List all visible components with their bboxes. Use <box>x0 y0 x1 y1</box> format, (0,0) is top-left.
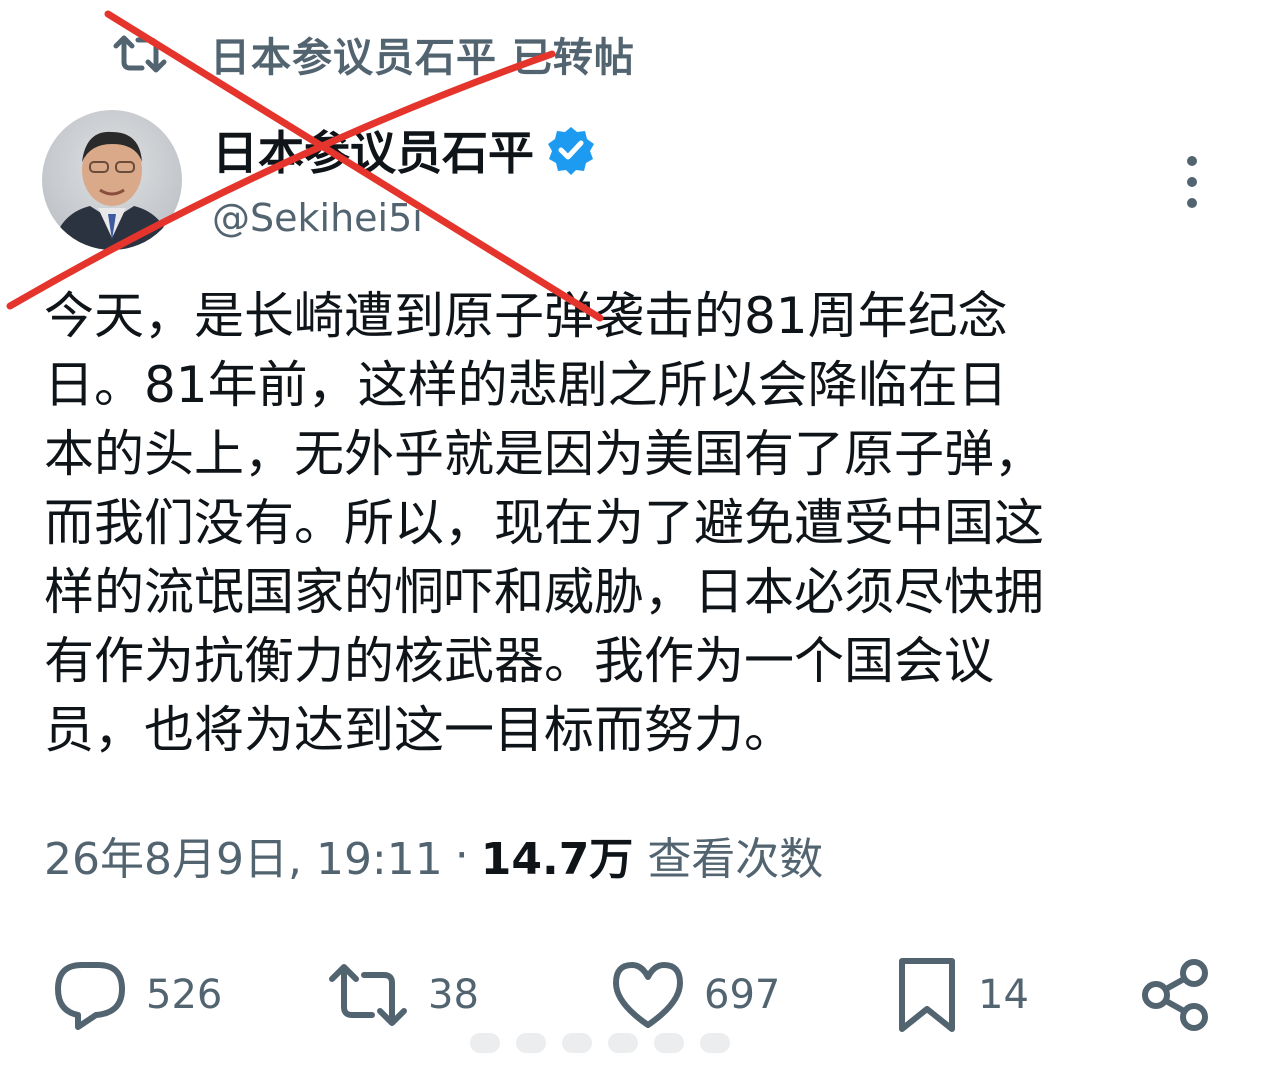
retweet-header[interactable]: 日本参议员石平 已转帖 <box>110 22 635 86</box>
watermark-glyph <box>654 1033 684 1053</box>
more-dot <box>1187 156 1197 166</box>
more-dot <box>1187 177 1197 187</box>
meta-separator: · <box>454 829 469 881</box>
watermark-glyph <box>470 1033 500 1053</box>
tweet-text-line: 今天，是长崎遭到原子弹袭击的81周年纪念 <box>44 287 1008 345</box>
like-count: 697 <box>704 972 781 1018</box>
share-button[interactable] <box>1138 950 1218 1040</box>
tweet-text-line: 而我们没有。所以，现在为了避免遭受中国这 <box>44 494 1044 552</box>
tweet-text-line: 员，也将为达到这一目标而努力。 <box>44 701 794 759</box>
more-dot <box>1187 198 1197 208</box>
reply-button[interactable]: 526 <box>52 950 222 1040</box>
display-name[interactable]: 日本参议员石平 <box>212 117 534 183</box>
watermark <box>470 1028 790 1058</box>
verified-badge-icon <box>548 127 594 175</box>
author-name-row[interactable]: 日本参议员石平 <box>212 112 596 188</box>
reply-icon <box>55 962 125 1030</box>
tweet-text: 今天，是长崎遭到原子弹袭击的81周年纪念 日。81年前，这样的悲剧之所以会降临在… <box>44 282 1229 765</box>
retweet-icon <box>113 35 167 73</box>
bookmark-icon <box>899 958 955 1032</box>
share-icon <box>1142 959 1208 1031</box>
repost-count: 38 <box>428 972 479 1018</box>
reply-count: 526 <box>146 972 223 1018</box>
action-bar: 526 38 697 14 <box>0 950 1263 1040</box>
view-count-label: 查看次数 <box>647 834 824 885</box>
watermark-glyph <box>562 1033 592 1053</box>
more-icon[interactable] <box>1170 150 1214 214</box>
tweet-text-line: 样的流氓国家的恫吓和威胁，日本必须尽快拥 <box>44 563 1044 621</box>
bookmark-button[interactable]: 14 <box>894 950 1029 1040</box>
tweet-text-line: 本的头上，无外乎就是因为美国有了原子弹， <box>44 425 1044 483</box>
repost-button[interactable]: 38 <box>326 950 479 1040</box>
watermark-glyph <box>608 1033 638 1053</box>
like-icon <box>613 962 683 1028</box>
watermark-glyph <box>516 1033 546 1053</box>
bookmark-count: 14 <box>978 972 1029 1018</box>
author-handle[interactable]: @Sekihei5i <box>212 196 423 240</box>
tweet-text-line: 有作为抗衡力的核武器。我作为一个国会议 <box>44 632 994 690</box>
watermark-glyph <box>700 1033 730 1053</box>
timestamp[interactable]: 26年8月9日, 19:11 <box>44 823 443 887</box>
like-button[interactable]: 697 <box>610 950 780 1040</box>
tweet-meta: 26年8月9日, 19:11 · 14.7万 查看次数 <box>44 820 823 890</box>
tweet-text-line: 日。81年前，这样的悲剧之所以会降临在日 <box>44 356 1008 414</box>
repost-icon <box>329 964 407 1026</box>
avatar[interactable] <box>42 110 182 250</box>
view-count: 14.7万 <box>480 834 634 885</box>
retweet-header-text: 日本参议员石平 已转帖 <box>210 35 635 81</box>
